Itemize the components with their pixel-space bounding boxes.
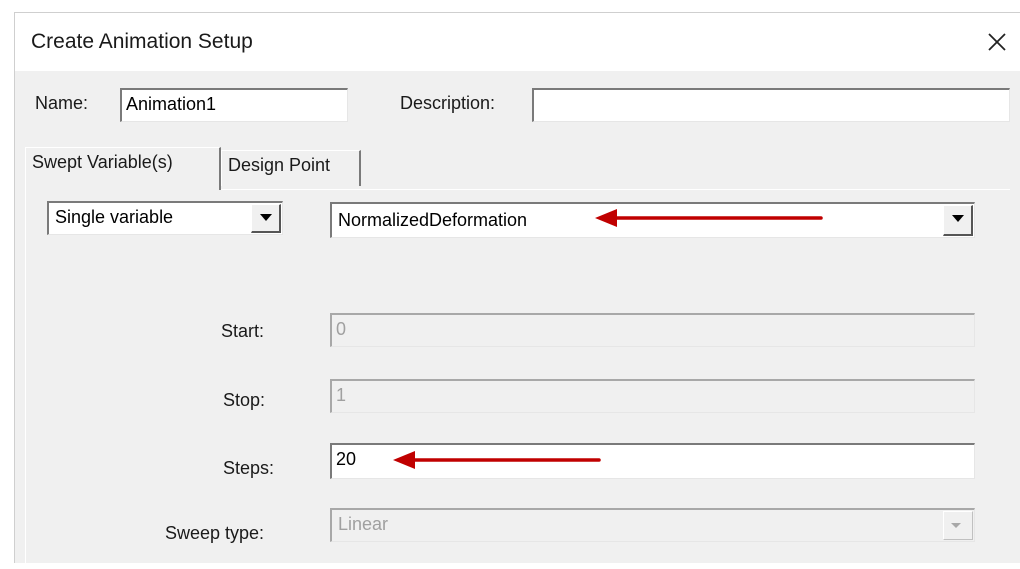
description-label: Description:: [400, 93, 496, 113]
close-icon[interactable]: [982, 27, 1012, 57]
chevron-down-icon: [951, 523, 961, 528]
name-label: Name:: [35, 93, 89, 113]
sweep-type-value: Linear: [338, 514, 389, 534]
title-bar: Create Animation Setup: [15, 13, 1020, 71]
start-label: Start:: [221, 321, 265, 341]
variable-value: NormalizedDeformation: [338, 210, 528, 230]
stop-field[interactable]: 1: [330, 379, 975, 413]
sweep-type-select[interactable]: Linear: [330, 508, 975, 542]
start-field[interactable]: 0: [330, 313, 975, 347]
tab-design-point[interactable]: Design Point: [221, 150, 361, 186]
sweep-type-dropdown-button[interactable]: [943, 511, 973, 540]
annotation-arrow-steps: [393, 451, 601, 469]
chevron-down-icon: [952, 215, 964, 222]
sweep-type-label: Sweep type:: [165, 523, 265, 543]
steps-label: Steps:: [223, 458, 275, 478]
dialog-title: Create Animation Setup: [31, 30, 253, 53]
annotation-arrow-variable: [595, 209, 823, 227]
chevron-down-icon: [260, 214, 272, 221]
stop-label: Stop:: [223, 390, 266, 410]
description-field[interactable]: [532, 88, 1010, 122]
create-animation-setup-dialog: Create Animation Setup Name: Animation1 …: [14, 12, 1020, 569]
name-field[interactable]: Animation1: [120, 88, 348, 122]
sweep-mode-dropdown-button[interactable]: [251, 204, 281, 233]
sweep-mode-value: Single variable: [55, 207, 174, 227]
variable-dropdown-button[interactable]: [943, 205, 973, 236]
sweep-mode-select[interactable]: Single variable: [47, 201, 283, 235]
tab-swept-variables[interactable]: Swept Variable(s): [25, 147, 221, 190]
